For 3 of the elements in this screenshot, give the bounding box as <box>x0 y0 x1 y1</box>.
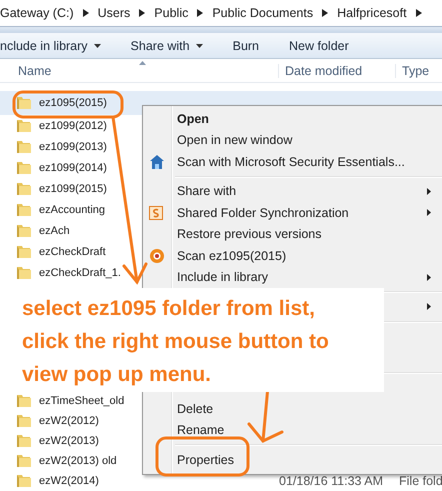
date-cell: 01/18/16 11:33 AM <box>279 474 384 488</box>
instruction-note: select ez1095 folder from list, click the right mouse button to view pop up menu. <box>20 288 384 392</box>
type-cell: File fold <box>399 474 442 488</box>
